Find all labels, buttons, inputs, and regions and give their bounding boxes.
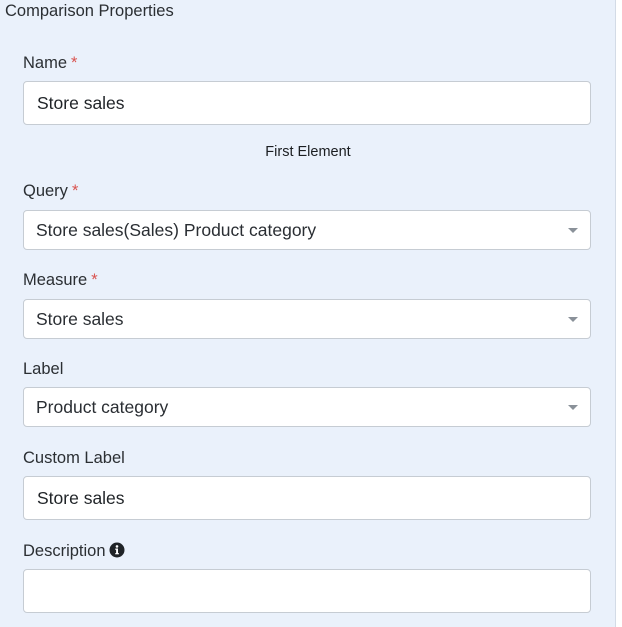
measure-selected-value: Store sales (36, 309, 124, 329)
query-label: Query * (23, 181, 78, 201)
description-label: Description (23, 541, 125, 563)
label-label: Label (23, 359, 63, 379)
info-circle-icon[interactable] (109, 542, 125, 563)
measure-label-text: Measure (23, 271, 88, 289)
query-label-text: Query (23, 182, 68, 200)
description-label-text: Description (23, 542, 106, 560)
label-selected-value: Product category (36, 397, 169, 417)
measure-select[interactable]: Store sales (23, 299, 591, 339)
query-required-mark: * (71, 182, 79, 200)
description-input[interactable] (23, 569, 591, 613)
name-label-text: Name (23, 54, 68, 72)
custom-label-input[interactable] (23, 476, 591, 520)
label-label-text: Label (23, 360, 64, 378)
comparison-properties-panel: Comparison Properties Name* First Elemen… (0, 0, 616, 627)
custom-label-label-text: Custom Label (23, 449, 125, 467)
name-label: Name * (23, 53, 77, 73)
name-input[interactable] (23, 81, 591, 125)
query-selected-value: Store sales(Sales) Product category (36, 220, 317, 240)
custom-label-label: Custom Label (23, 448, 125, 468)
measure-required-mark: * (91, 271, 98, 289)
label-select[interactable]: Product category (23, 387, 591, 427)
chevron-down-icon (568, 317, 578, 322)
chevron-down-icon (568, 228, 578, 233)
name-required-mark: * (71, 54, 78, 72)
measure-label: Measure * (23, 270, 98, 290)
chevron-down-icon (568, 405, 578, 410)
query-select[interactable]: Store sales(Sales) Product category (23, 210, 591, 250)
panel-title: Comparison Properties (5, 2, 174, 20)
scrollbar-track[interactable] (617, 0, 622, 627)
first-element-heading: First Element (265, 144, 351, 160)
